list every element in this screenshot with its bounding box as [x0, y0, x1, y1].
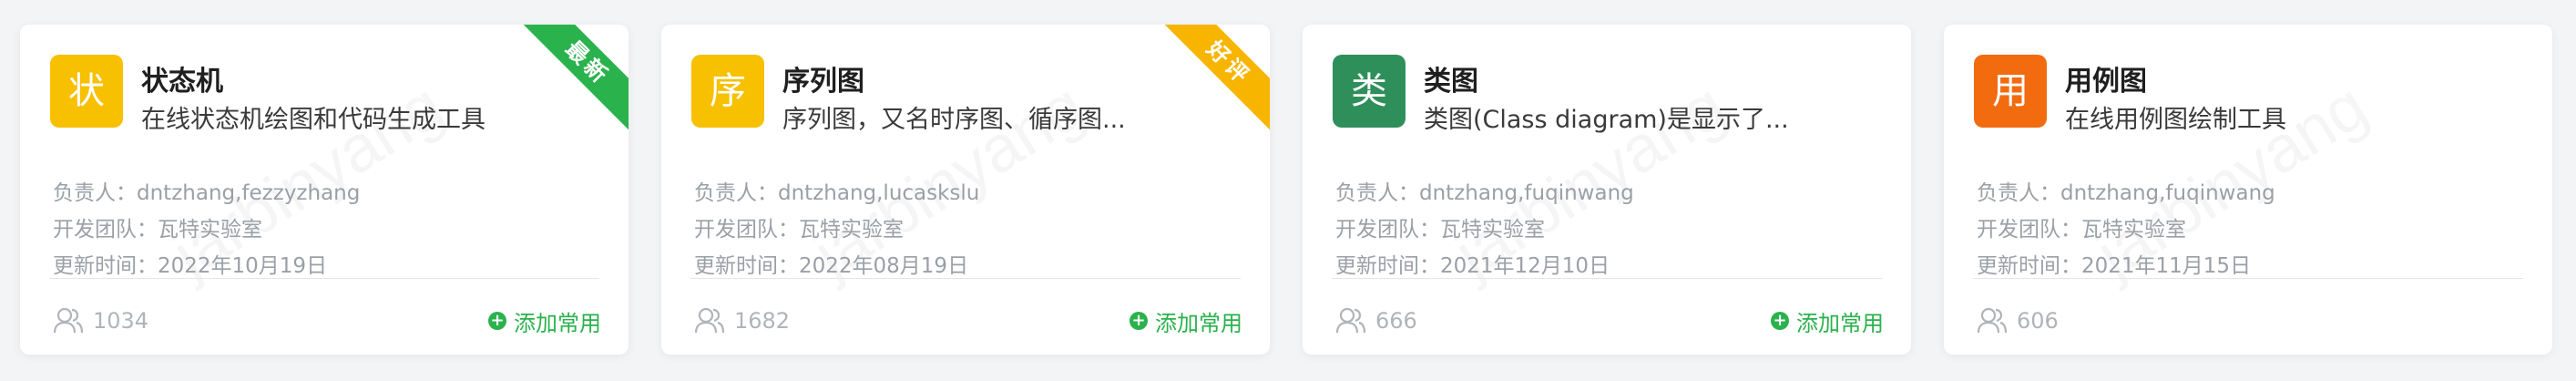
card-title[interactable]: 类图	[1424, 58, 1478, 98]
card-description: 序列图，又名时序图、循序图...	[782, 106, 1126, 134]
tool-card-use-case-diagram[interactable]: jarbinyang 用 用例图 在线用例图绘制工具 负责人：dntzhang,…	[1944, 25, 2552, 355]
app-icon: 序	[691, 55, 764, 128]
tool-card-class-diagram[interactable]: jarbinyang 类 类图 类图(Class diagram)是显示了...…	[1303, 25, 1911, 355]
users-icon	[1977, 307, 2008, 334]
app-icon: 状	[50, 55, 123, 128]
card-description: 在线状态机绘图和代码生成工具	[141, 106, 486, 134]
team-text: 开发团队：瓦特实验室	[1977, 218, 2186, 242]
user-count-value: 1682	[734, 308, 791, 334]
user-count: 1682	[694, 304, 790, 337]
tool-card-sequence-diagram[interactable]: jarbinyang 好评 序 序列图 序列图，又名时序图、循序图... 负责人…	[661, 25, 1270, 355]
updated-text: 更新时间：2021年12月10日	[1335, 254, 1610, 278]
users-icon	[694, 307, 725, 334]
updated-text: 更新时间：2021年11月15日	[1977, 254, 2252, 278]
owner-text: 负责人：dntzhang,lucaskslu	[694, 181, 980, 205]
users-icon	[1335, 307, 1366, 334]
owner-text: 负责人：dntzhang,fezzyzhang	[53, 181, 361, 205]
add-common-button[interactable]: + 添加常用	[488, 304, 601, 337]
owner-text: 负责人：dntzhang,fuqinwang	[1977, 181, 2275, 205]
plus-circle-icon: +	[488, 312, 506, 330]
owner-text: 负责人：dntzhang,fuqinwang	[1335, 181, 1634, 205]
app-icon: 用	[1974, 55, 2047, 128]
add-common-button[interactable]: + 添加常用	[1771, 304, 1884, 337]
divider	[49, 278, 599, 279]
add-common-label: 添加常用	[1155, 310, 1242, 336]
app-icon: 类	[1333, 55, 1406, 128]
team-text: 开发团队：瓦特实验室	[694, 218, 904, 242]
team-text: 开发团队：瓦特实验室	[1335, 218, 1545, 242]
card-description: 在线用例图绘制工具	[2065, 106, 2286, 134]
users-icon	[53, 307, 84, 334]
add-common-label: 添加常用	[514, 310, 601, 336]
user-count: 666	[1335, 304, 1417, 337]
divider	[690, 278, 1241, 279]
card-title[interactable]: 状态机	[141, 58, 223, 98]
add-common-label: 添加常用	[1796, 310, 1884, 336]
card-description: 类图(Class diagram)是显示了...	[1424, 106, 1789, 134]
team-text: 开发团队：瓦特实验室	[53, 218, 262, 242]
plus-circle-icon: +	[1130, 312, 1148, 330]
add-common-button[interactable]: + 添加常用	[1130, 304, 1242, 337]
updated-text: 更新时间：2022年08月19日	[694, 254, 969, 278]
updated-text: 更新时间：2022年10月19日	[53, 254, 328, 278]
divider	[1973, 278, 2523, 279]
tool-card-state-machine[interactable]: jarbinyang 最新 状 状态机 在线状态机绘图和代码生成工具 负责人：d…	[20, 25, 629, 355]
user-count: 1034	[53, 304, 148, 337]
user-count-value: 606	[2017, 308, 2059, 334]
divider	[1332, 278, 1882, 279]
plus-circle-icon: +	[1771, 312, 1789, 330]
user-count: 606	[1977, 304, 2059, 337]
user-count-value: 666	[1375, 308, 1417, 334]
user-count-value: 1034	[93, 308, 149, 334]
card-title[interactable]: 用例图	[2065, 58, 2147, 98]
card-title[interactable]: 序列图	[782, 58, 864, 98]
